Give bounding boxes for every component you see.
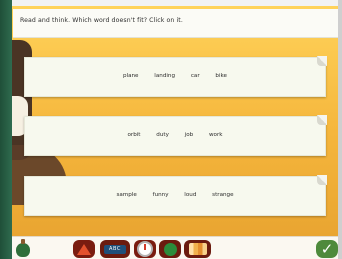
dial-button[interactable]: [134, 240, 156, 258]
word-option[interactable]: plane: [123, 73, 139, 79]
books-button[interactable]: [184, 240, 211, 258]
keyboard-button[interactable]: ABC: [100, 240, 130, 258]
pacman-icon: [163, 242, 177, 256]
word-option[interactable]: job: [185, 132, 194, 138]
word-option[interactable]: work: [209, 132, 223, 138]
word-card: plane landing car bike: [24, 56, 327, 97]
word-option[interactable]: loud: [184, 192, 196, 198]
page-curl-icon: [317, 56, 327, 66]
word-row: orbit duty job work: [25, 132, 325, 138]
dial-icon: [137, 241, 153, 257]
potion-icon: [16, 239, 30, 257]
right-frame: [338, 0, 342, 259]
bottom-toolbar: ABC ✓: [12, 236, 338, 259]
potion-button[interactable]: [14, 238, 32, 259]
word-option[interactable]: funny: [153, 192, 169, 198]
word-option[interactable]: bike: [215, 73, 227, 79]
keyboard-icon: ABC: [104, 244, 126, 254]
word-card: sample funny loud strange: [24, 175, 327, 216]
instruction-text: Read and think. Which word doesn't fit? …: [20, 17, 183, 24]
page-curl-icon: [317, 175, 327, 185]
app-window: Read and think. Which word doesn't fit? …: [0, 0, 342, 259]
word-option[interactable]: orbit: [127, 132, 140, 138]
books-icon: [188, 243, 207, 255]
pacman-button[interactable]: [159, 240, 181, 258]
word-option[interactable]: sample: [116, 192, 136, 198]
word-row: sample funny loud strange: [25, 192, 325, 198]
word-option[interactable]: landing: [154, 73, 175, 79]
word-option[interactable]: strange: [212, 192, 233, 198]
triangle-button[interactable]: [73, 240, 95, 258]
word-option[interactable]: car: [191, 73, 200, 79]
left-sidebar: [0, 0, 12, 259]
page-curl-icon: [317, 115, 327, 125]
word-row: plane landing car bike: [25, 73, 325, 79]
triangle-icon: [77, 243, 91, 255]
word-option[interactable]: duty: [156, 132, 169, 138]
word-card: orbit duty job work: [24, 115, 327, 156]
check-icon: ✓: [320, 239, 334, 258]
instruction-bar: Read and think. Which word doesn't fit? …: [13, 9, 338, 38]
check-button[interactable]: ✓: [316, 240, 338, 258]
